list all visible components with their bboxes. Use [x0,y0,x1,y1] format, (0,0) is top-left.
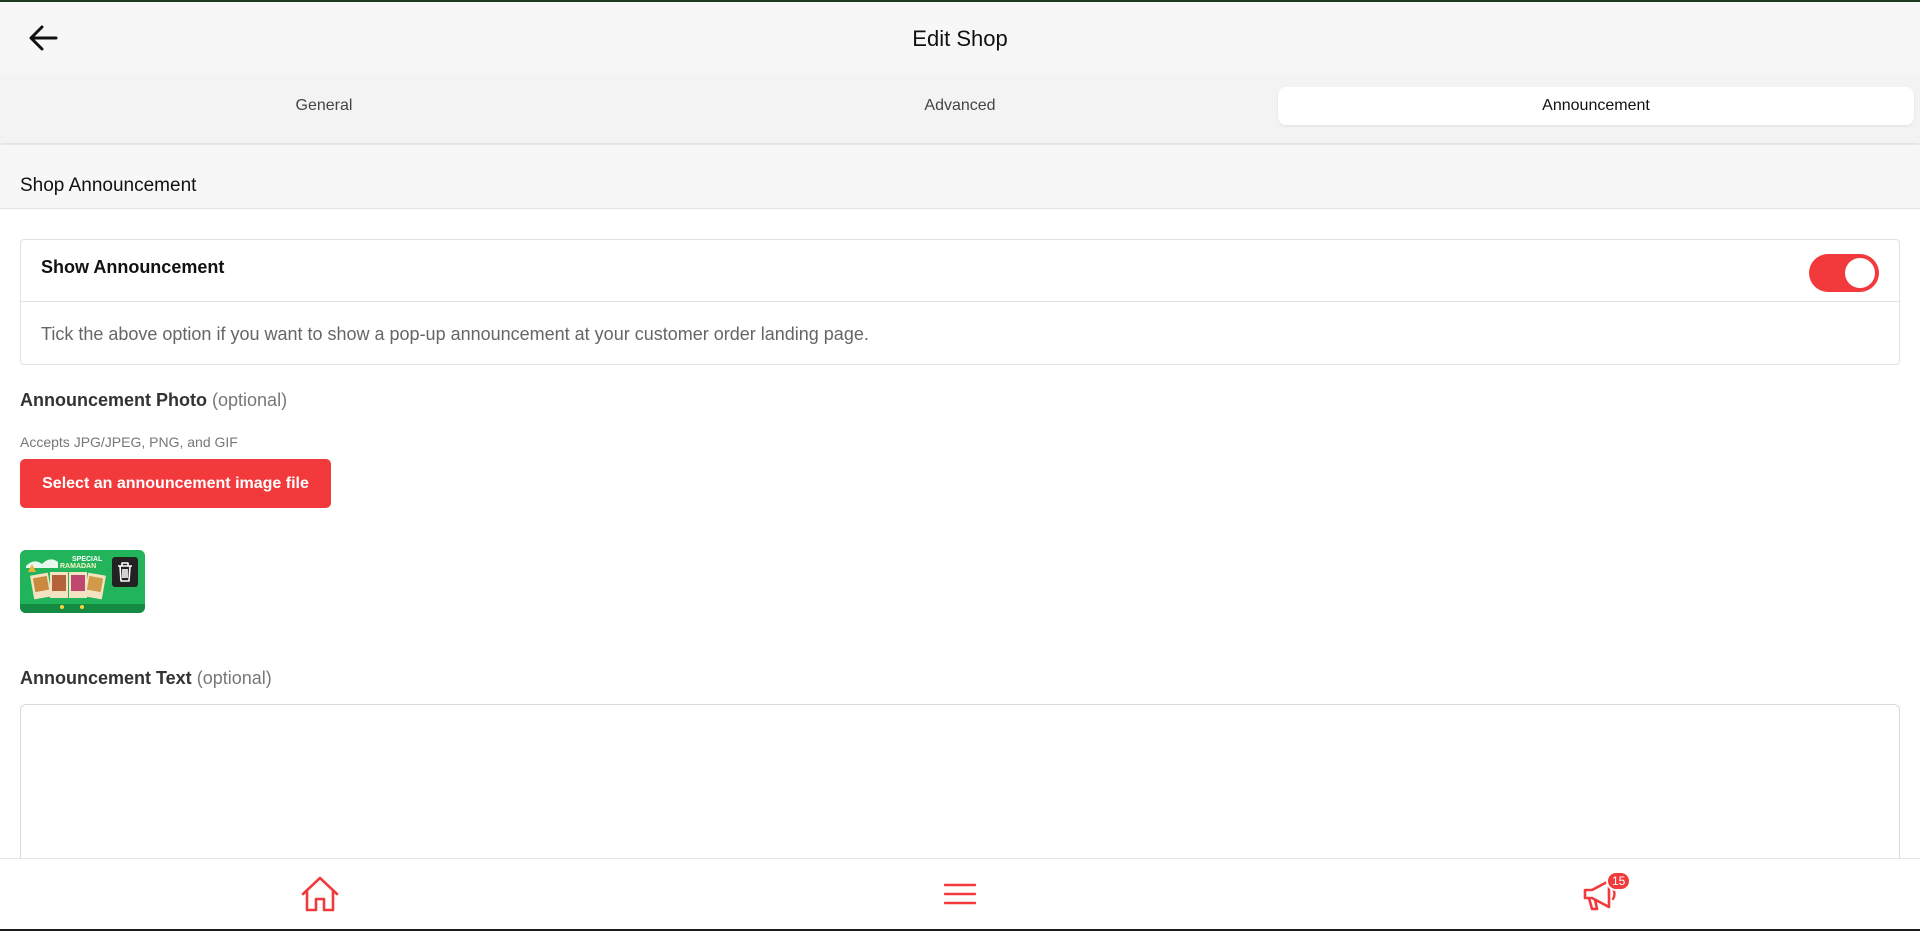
announcement-photo-title: Announcement Photo [20,390,207,410]
show-announcement-help: Tick the above option if you want to sho… [41,324,869,344]
trash-icon [118,562,132,582]
announcement-text-label: Announcement Text (optional) [20,668,272,689]
section-header: Shop Announcement [0,145,1920,209]
toggle-knob [1845,258,1875,288]
show-announcement-card: Show Announcement Tick the above option … [20,239,1900,365]
nav-home[interactable] [0,859,640,929]
nav-announcements[interactable]: 15 [1280,859,1920,929]
bottom-navigation: 15 [0,858,1920,929]
thumb-text-ramadan: RAMADAN [60,563,96,570]
section-title: Shop Announcement [20,175,197,196]
delete-image-button[interactable] [112,557,138,587]
thumb-text-special: SPECIAL [72,556,103,563]
show-announcement-label: Show Announcement [41,257,225,277]
tab-advanced[interactable]: Advanced [642,87,1278,125]
home-icon [301,876,339,912]
tab-bar: General Advanced Announcement [0,73,1920,143]
optional-tag: (optional) [196,668,272,688]
announcement-text-title: Announcement Text [20,668,192,688]
notification-badge: 15 [1606,871,1632,891]
show-announcement-toggle[interactable] [1809,254,1879,292]
tab-general[interactable]: General [6,87,642,125]
select-image-button[interactable]: Select an announcement image file [20,459,331,508]
optional-tag: (optional) [212,390,288,410]
announcement-photo-label: Announcement Photo (optional) [20,390,287,411]
announcement-image-thumbnail[interactable]: SPECIAL RAMADAN [20,550,145,613]
nav-menu[interactable] [640,859,1280,929]
accepted-formats-note: Accepts JPG/JPEG, PNG, and GIF [20,434,238,450]
tab-announcement[interactable]: Announcement [1278,87,1914,125]
page-title: Edit Shop [912,26,1008,51]
show-announcement-row: Show Announcement [21,240,1899,302]
app-header: Edit Shop [0,2,1920,73]
hamburger-menu-icon [944,883,976,905]
